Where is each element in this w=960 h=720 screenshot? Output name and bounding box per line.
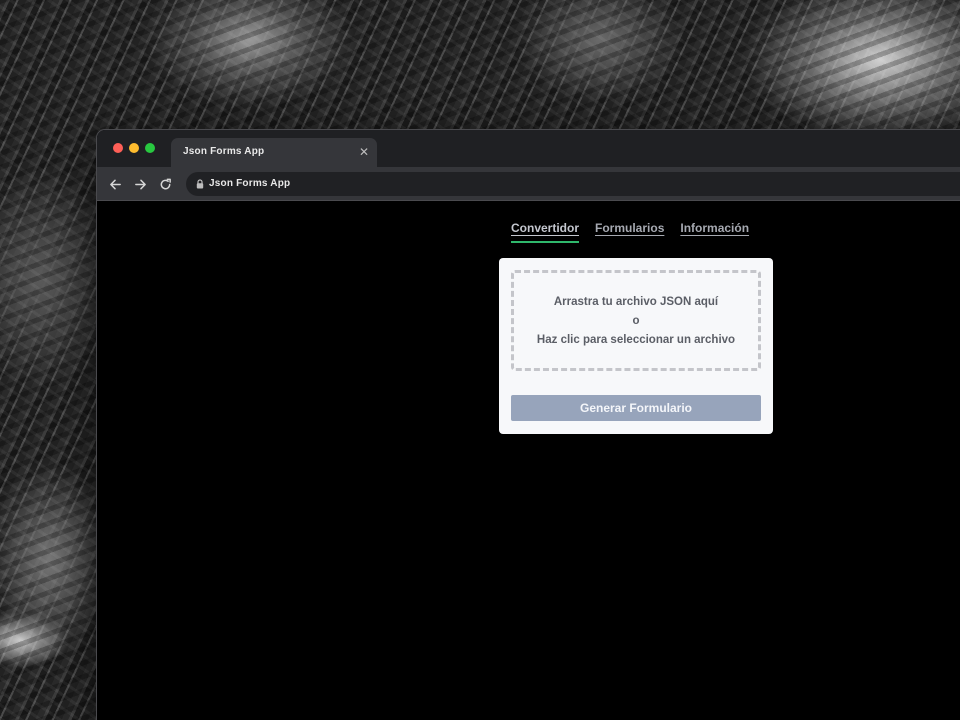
minimize-window-button[interactable] — [129, 143, 139, 153]
maximize-window-button[interactable] — [145, 143, 155, 153]
tab-informacion[interactable]: Información — [680, 221, 749, 243]
back-button[interactable] — [106, 175, 124, 193]
dropzone-click-text: Haz clic para seleccionar un archivo — [536, 333, 736, 346]
reload-icon — [160, 178, 171, 189]
generate-form-button[interactable]: Generar Formulario — [511, 395, 761, 421]
dropzone-drag-text: Arrastra tu archivo JSON aquí — [553, 295, 719, 308]
upload-card: Arrastra tu archivo JSON aquí o Haz clic… — [499, 258, 773, 434]
browser-tab[interactable]: Json Forms App ✕ — [171, 138, 377, 167]
reload-button[interactable] — [156, 175, 174, 193]
browser-toolbar: Json Forms App — [97, 167, 960, 201]
page-content: Convertidor Formularios Información Arra… — [97, 202, 960, 720]
tab-convertidor[interactable]: Convertidor — [511, 221, 580, 243]
tab-title: Json Forms App — [183, 146, 265, 157]
tab-formularios[interactable]: Formularios — [595, 221, 664, 243]
lock-icon — [196, 179, 204, 189]
browser-titlebar: Json Forms App ✕ — [97, 130, 960, 167]
close-window-button[interactable] — [113, 143, 123, 153]
browser-window: Json Forms App ✕ Json Forms App Converti… — [96, 129, 960, 720]
forward-button[interactable] — [131, 175, 149, 193]
close-icon[interactable]: ✕ — [357, 145, 371, 159]
address-text: Json Forms App — [209, 178, 291, 189]
arrow-right-icon — [134, 179, 146, 189]
main-nav: Convertidor Formularios Información — [511, 221, 749, 243]
address-bar[interactable]: Json Forms App — [186, 172, 960, 196]
file-dropzone[interactable]: Arrastra tu archivo JSON aquí o Haz clic… — [511, 270, 761, 371]
dropzone-or-text: o — [632, 314, 640, 327]
arrow-left-icon — [109, 179, 121, 189]
